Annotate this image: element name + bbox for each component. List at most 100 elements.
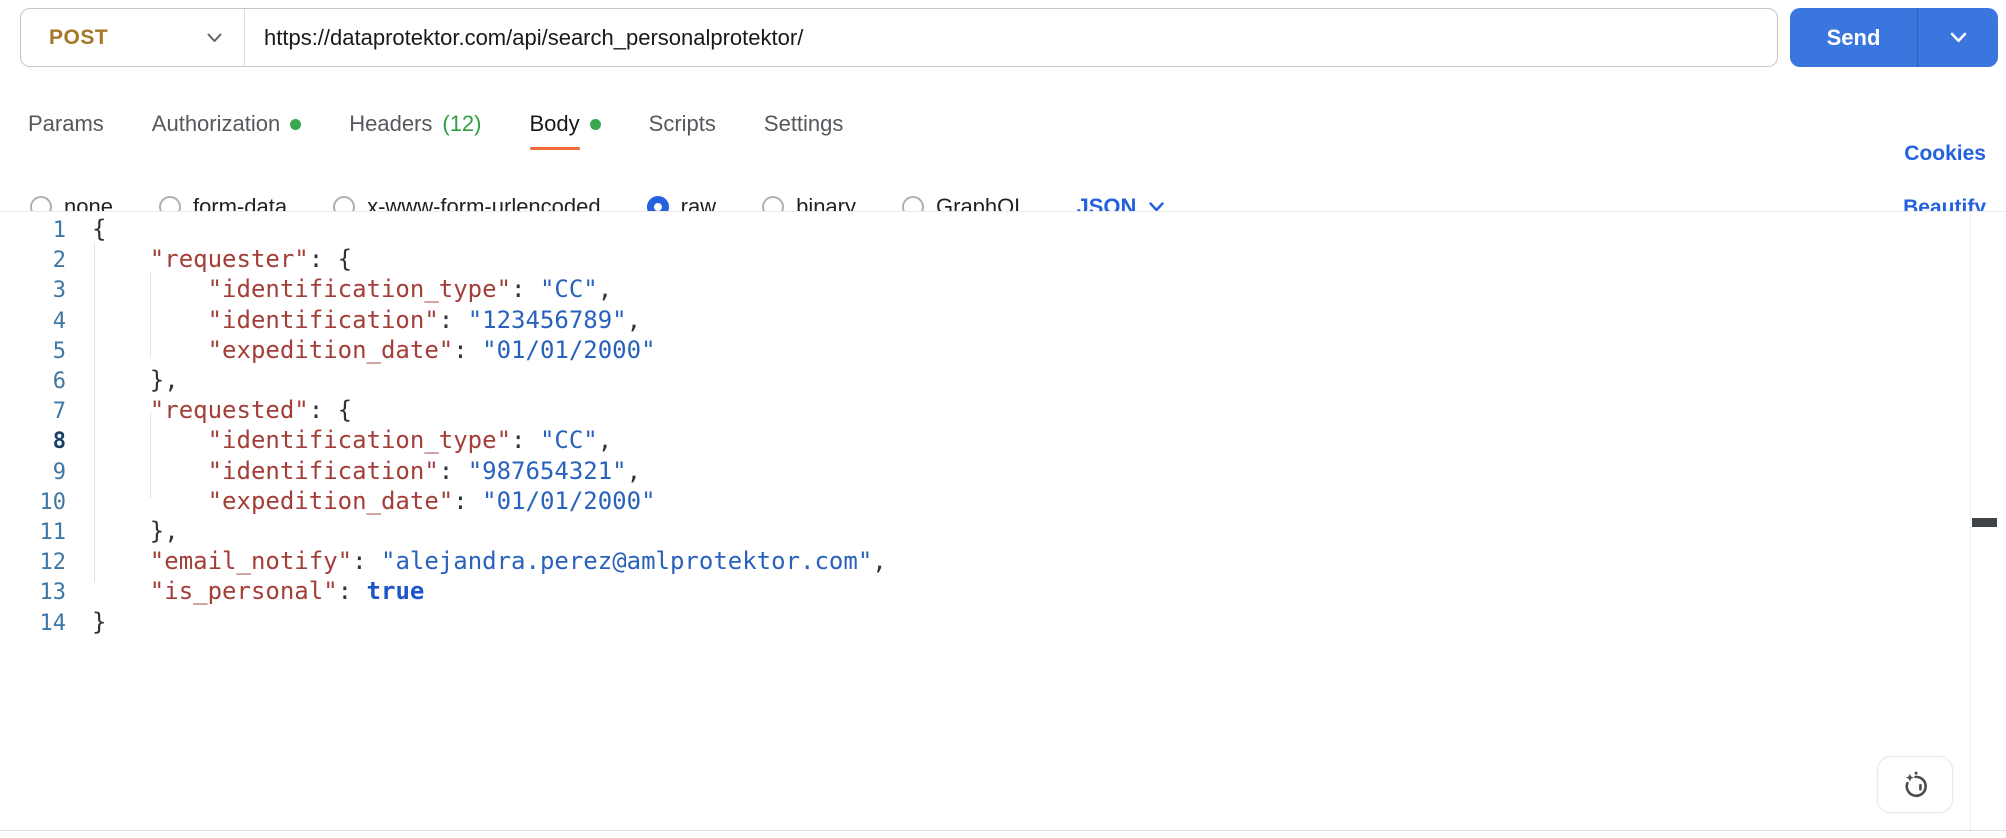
code-editor[interactable]: 1{2 "requester": {3 "identification_type… [0,211,2006,831]
url-input[interactable] [245,9,1777,66]
code-token: "CC" [539,275,598,304]
code-line[interactable]: 1{ [0,215,1946,245]
code-content: "identification": "123456789", [92,305,642,334]
code-token: "requester" [149,245,309,274]
green-dot-indicator [290,118,302,130]
code-token: : { [308,396,353,425]
code-line[interactable]: 11 }, [0,517,1946,547]
tab-authorization[interactable]: Authorization [151,111,302,137]
code-content: "identification_type": "CC", [92,426,613,455]
line-number: 12 [39,550,67,576]
code-line[interactable]: 4 "identification": "123456789", [0,306,1946,336]
line-number: 1 [52,218,66,243]
code-token: : [511,426,540,455]
code-token: : [352,547,381,576]
tab-headers[interactable]: Headers (12) [349,111,481,137]
code-token: "is_personal" [149,577,338,606]
code-line[interactable]: 3 "identification_type": "CC", [0,275,1946,305]
code-token: : { [308,245,353,274]
send-options-button[interactable] [1918,8,1998,67]
postbot-icon [1905,771,1927,797]
line-number: 4 [52,308,66,334]
code-line[interactable]: 10 "expedition_date": "01/01/2000" [0,487,1946,517]
code-line[interactable]: 8 "identification_type": "CC", [0,426,1946,456]
cookies-link[interactable]: Cookies [1904,142,1986,166]
tab-label: Params [28,111,104,136]
code-content: "email_notify": "alejandra.perez@amlprot… [92,547,887,575]
line-number: 3 [52,278,66,304]
code-token: : [438,305,468,334]
code-content: }, [92,366,179,394]
code-line[interactable]: 7 "requested": { [0,396,1946,426]
scrollbar-thumb[interactable] [1972,518,1997,527]
tab-label: Headers [349,111,433,136]
line-number: 11 [39,520,67,546]
line-number: 14 [39,610,67,636]
line-number: 2 [52,248,66,274]
send-button-group: Send [1790,8,1998,67]
code-content: "requested": { [92,396,352,424]
code-token: : [438,456,468,485]
line-number: 6 [52,369,66,395]
code-content: }, [92,517,179,545]
tab-params[interactable]: Params [28,111,104,137]
code-token: { [92,215,107,243]
green-dot-indicator [589,118,601,130]
method-dropdown[interactable]: POST [21,9,244,66]
code-line[interactable]: 12 "email_notify": "alejandra.perez@amlp… [0,547,1946,577]
code-token: "CC" [539,426,598,455]
code-line[interactable]: 14} [0,608,1946,638]
code-line[interactable]: 9 "identification": "987654321", [0,457,1946,487]
code-line[interactable]: 2 "requester": { [0,245,1946,275]
code-token: : [511,275,540,304]
code-token: : [453,335,483,364]
code-line[interactable]: 13 "is_personal": true [0,577,1946,607]
send-button[interactable]: Send [1790,8,1917,67]
code-token: } [92,607,107,636]
code-token: "identification" [207,305,439,334]
postbot-button[interactable] [1877,756,1953,813]
code-content: } [92,608,106,636]
line-number: 10 [39,489,67,515]
code-content: "identification_type": "CC", [92,275,613,304]
code-line[interactable]: 6 }, [0,366,1946,396]
code-token: "expedition_date" [207,486,454,515]
code-content: "is_personal": true [92,577,425,606]
tab-label: Body [529,111,580,150]
code-content: { [92,215,106,243]
code-token: , [872,547,887,576]
code-token: , [626,456,642,485]
headers-count-badge: (12) [442,111,482,136]
code-token: : [337,577,367,606]
tab-scripts[interactable]: Scripts [649,111,716,137]
code-token: "requested" [149,396,309,425]
code-content: "expedition_date": "01/01/2000" [92,336,656,364]
code-token: "987654321" [467,456,627,485]
send-label: Send [1826,24,1881,50]
code-line[interactable]: 5 "expedition_date": "01/01/2000" [0,336,1946,366]
code-content: "expedition_date": "01/01/2000" [92,487,656,515]
chevron-down-icon [207,33,222,42]
tab-label: Authorization [151,111,281,136]
chevron-down-icon [1950,32,1966,43]
code-token: "123456789" [467,305,627,334]
code-token: "01/01/2000" [482,335,656,364]
tab-settings[interactable]: Settings [764,111,844,137]
line-number: 7 [52,399,66,425]
tab-body[interactable]: Body [529,111,601,150]
editor-lines: 1{2 "requester": {3 "identification_type… [0,215,1946,638]
request-tabs: Params Authorization Headers (12) Body Script… [28,98,843,150]
code-token: "expedition_date" [207,335,454,364]
code-token: }, [92,366,179,395]
method-label: POST [49,25,109,49]
